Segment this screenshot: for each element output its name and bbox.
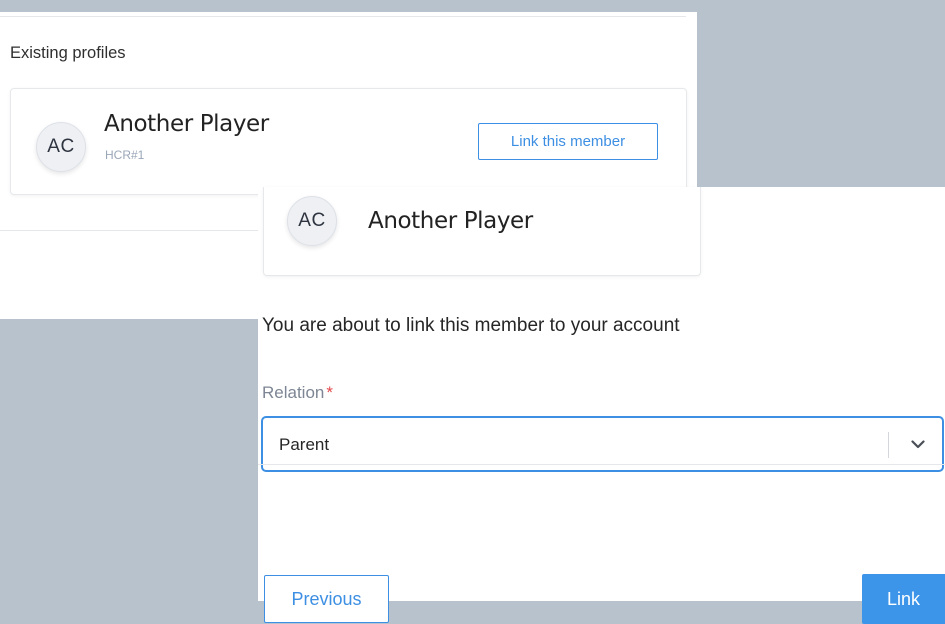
required-marker: * bbox=[326, 383, 333, 402]
link-member-modal: AC Another Player You are about to link … bbox=[258, 187, 945, 624]
chevron-down-icon[interactable] bbox=[904, 430, 932, 458]
confirmation-message: You are about to link this member to you… bbox=[262, 315, 680, 336]
profile-name: Another Player bbox=[104, 111, 269, 137]
selected-member-card: AC Another Player bbox=[263, 187, 701, 276]
relation-select[interactable]: Parent bbox=[262, 417, 943, 471]
profile-card: AC Another Player HCR#1 Link this member bbox=[10, 88, 687, 195]
selected-member-name: Another Player bbox=[368, 208, 533, 234]
divider bbox=[0, 16, 686, 17]
footer-divider bbox=[258, 464, 945, 465]
link-this-member-button[interactable]: Link this member bbox=[478, 123, 658, 160]
avatar: AC bbox=[36, 122, 86, 172]
profile-code: HCR#1 bbox=[105, 148, 145, 162]
select-separator bbox=[888, 432, 889, 458]
previous-button[interactable]: Previous bbox=[264, 575, 389, 623]
relation-select-value: Parent bbox=[279, 435, 330, 454]
divider bbox=[0, 230, 262, 231]
link-button[interactable]: Link bbox=[862, 574, 945, 624]
avatar: AC bbox=[287, 196, 337, 246]
relation-label-text: Relation bbox=[262, 383, 325, 402]
section-title: Existing profiles bbox=[10, 44, 126, 62]
relation-label: Relation * bbox=[262, 383, 333, 403]
